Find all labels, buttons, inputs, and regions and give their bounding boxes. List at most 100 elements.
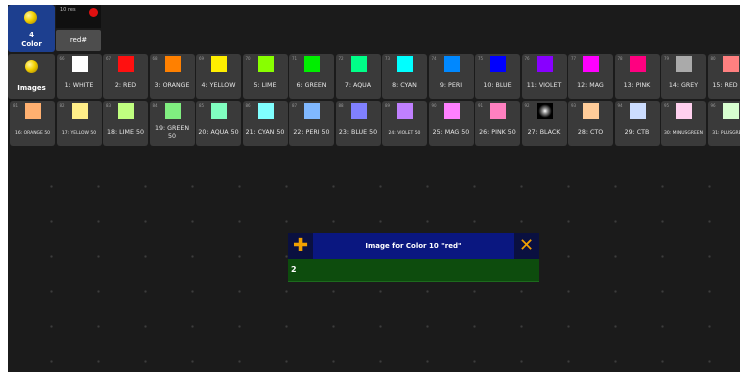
color-swatch <box>164 56 181 72</box>
image-cell-number: 73 <box>385 56 391 61</box>
image-cell[interactable]: 78 13: PINK <box>614 54 660 99</box>
image-cell[interactable]: 92 27: BLACK <box>521 101 567 146</box>
image-cell[interactable]: 77 12: MAG <box>568 54 613 99</box>
image-cell-label: 4: YELLOW <box>201 82 236 89</box>
image-cell[interactable]: 84 19: GREEN 50 <box>149 101 195 146</box>
image-cell-number: 93 <box>571 103 577 108</box>
color-swatch <box>257 56 274 72</box>
image-cell-number: 80 <box>710 56 716 61</box>
color-swatch <box>350 103 367 119</box>
image-cell[interactable]: 87 22: PERI 50 <box>289 101 334 146</box>
image-cell-number: 72 <box>338 56 344 61</box>
plus-icon[interactable]: ✚ <box>288 233 313 259</box>
image-cell-label: 20: AQUA 50 <box>198 129 239 136</box>
color-swatch <box>257 103 274 119</box>
image-cell[interactable]: 80 15: RED 50 <box>707 54 740 99</box>
images-pool-header[interactable]: Images <box>8 54 55 99</box>
color-pool-header[interactable]: 4 Color <box>8 5 55 52</box>
color-swatch <box>629 103 646 119</box>
image-cell[interactable]: 93 28: CTO <box>568 101 613 146</box>
image-cell[interactable]: 68 3: ORANGE <box>149 54 195 99</box>
image-cell[interactable]: 81 16: ORANGE 50 <box>10 101 55 146</box>
color-swatch <box>722 103 739 119</box>
image-cell-number: 85 <box>199 103 205 108</box>
close-icon[interactable]: ✕ <box>514 233 539 259</box>
color-pool-title: Color <box>21 40 42 48</box>
image-cell-number: 84 <box>152 103 158 108</box>
screen: 4 Color 10 res red# Images 66 1: WHITE 67 2… <box>8 5 740 372</box>
image-cell[interactable]: 82 17: YELLOW 50 <box>56 101 102 146</box>
image-cell-number: 75 <box>478 56 484 61</box>
image-cell[interactable]: 88 23: BLUE 50 <box>335 101 381 146</box>
image-cell-number: 74 <box>431 56 437 61</box>
image-cell[interactable]: 90 25: MAG 50 <box>428 101 474 146</box>
image-cell[interactable]: 79 14: GREY <box>661 54 706 99</box>
image-cell-number: 78 <box>617 56 623 61</box>
image-cell[interactable]: 74 9: PERI <box>428 54 474 99</box>
image-cell-number: 71 <box>292 56 298 61</box>
preset-number: 10 res <box>60 7 76 13</box>
image-cell-label: 7: AQUA <box>344 82 372 89</box>
image-cell[interactable]: 86 21: CYAN 50 <box>242 101 288 146</box>
image-cell-number: 77 <box>571 56 577 61</box>
image-dialog: ✚ Image for Color 10 "red" ✕ 2 <box>288 233 539 283</box>
color-swatch <box>397 103 413 119</box>
color-swatch <box>350 56 367 72</box>
image-cell-number: 69 <box>199 56 205 61</box>
image-cell-label: 12: MAG <box>577 82 604 89</box>
image-cell-label: 10: BLUE <box>483 82 512 89</box>
image-cell-label: 13: PINK <box>623 82 651 89</box>
image-cell-label: 28: CTO <box>577 129 604 136</box>
red-color-dot-icon <box>89 8 98 17</box>
image-cell-number: 89 <box>385 103 391 108</box>
color-swatch <box>490 56 506 72</box>
image-cell[interactable]: 69 4: YELLOW <box>196 54 241 99</box>
image-cell[interactable]: 96 31: PLUSGREEN <box>707 101 740 146</box>
active-preset-cell[interactable]: 10 res <box>56 5 101 28</box>
image-cell[interactable]: 83 18: LIME 50 <box>103 101 148 146</box>
image-cell-label: 14: GREY <box>668 82 699 89</box>
image-cell[interactable]: 89 24: VIOLET 50 <box>382 101 427 146</box>
color-swatch <box>211 56 227 72</box>
image-cell-number: 76 <box>524 56 530 61</box>
image-cell[interactable]: 85 20: AQUA 50 <box>196 101 241 146</box>
image-cell[interactable]: 75 10: BLUE <box>475 54 520 99</box>
color-swatch <box>490 103 506 119</box>
color-swatch <box>164 103 181 119</box>
image-cell[interactable]: 76 11: VIOLET <box>521 54 567 99</box>
image-cell[interactable]: 91 26: PINK 50 <box>475 101 520 146</box>
image-cell-label: 22: PERI 50 <box>293 129 330 136</box>
image-cell[interactable]: 72 7: AQUA <box>335 54 381 99</box>
image-cell-label: 17: YELLOW 50 <box>61 130 97 136</box>
image-cell-label: 2: RED <box>114 82 137 89</box>
color-swatch <box>443 56 460 72</box>
image-cell[interactable]: 66 1: WHITE <box>56 54 102 99</box>
image-cell[interactable]: 71 6: GREEN <box>289 54 334 99</box>
image-cell[interactable]: 94 29: CTB <box>614 101 660 146</box>
image-cell-number: 81 <box>13 103 19 108</box>
image-cell-label: 15: RED 50 <box>712 82 740 89</box>
color-swatch <box>536 103 553 119</box>
image-cell-number: 95 <box>664 103 670 108</box>
image-cell-number: 68 <box>152 56 158 61</box>
image-cell-number: 70 <box>245 56 251 61</box>
image-cell-label: 5: LIME <box>253 82 277 89</box>
color-swatch <box>722 56 739 72</box>
color-swatch <box>118 103 134 119</box>
image-cell-label: 24: VIOLET 50 <box>388 130 421 136</box>
command-field[interactable]: red# <box>56 30 101 51</box>
image-cell[interactable]: 95 30: MINUSGREEN <box>661 101 706 146</box>
image-cell[interactable]: 70 5: LIME <box>242 54 288 99</box>
color-swatch <box>676 56 692 72</box>
image-cell-label: 21: CYAN 50 <box>245 129 285 136</box>
image-cell-label: 25: MAG 50 <box>432 129 470 136</box>
dialog-input-field[interactable]: 2 <box>288 259 539 282</box>
image-cell-label: 8: CYAN <box>392 82 417 89</box>
image-cell[interactable]: 67 2: RED <box>103 54 148 99</box>
color-pool-number: 4 <box>29 31 34 39</box>
image-cell-label: 6: GREEN <box>296 82 327 89</box>
color-pool-label: 4 Color <box>8 31 55 49</box>
image-cell[interactable]: 73 8: CYAN <box>382 54 427 99</box>
image-cell-number: 67 <box>106 56 112 61</box>
image-cell-number: 91 <box>478 103 484 108</box>
